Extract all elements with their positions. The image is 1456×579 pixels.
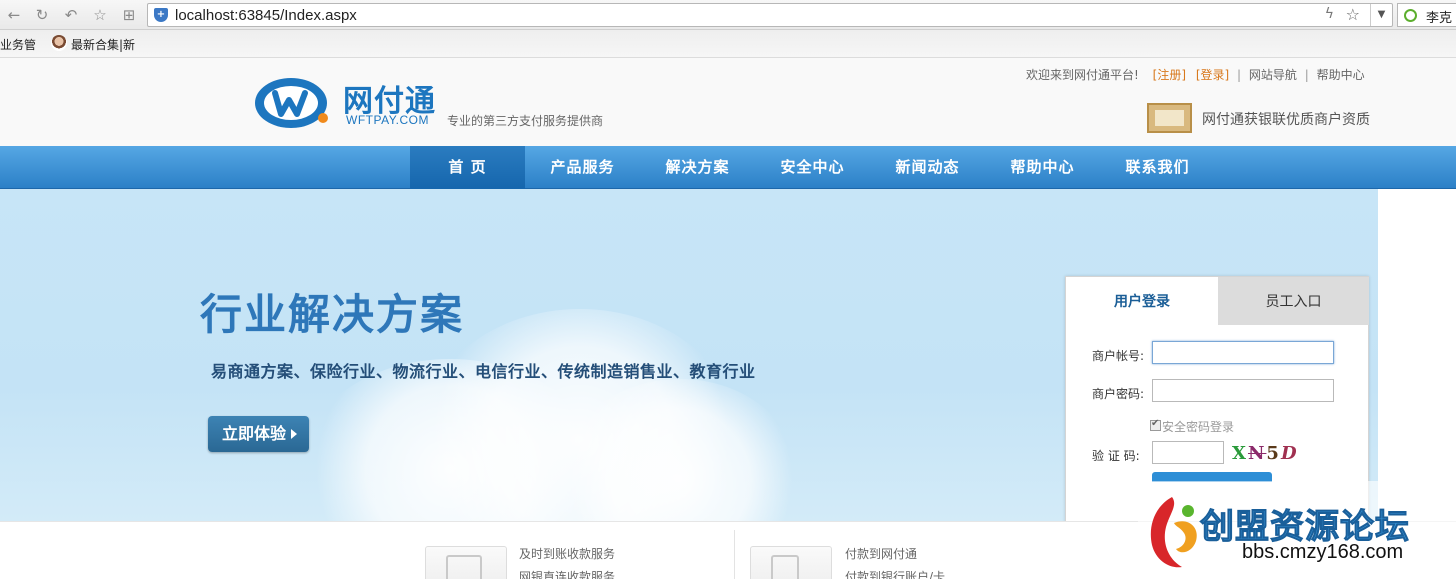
certificate-icon [1147,103,1192,133]
apps-icon[interactable]: ⊞ [119,5,139,25]
bookmark-star-icon[interactable]: ☆ [1346,5,1360,24]
certificate-text[interactable]: 网付通获银联优质商户资质 [1202,109,1370,129]
nav-contact[interactable]: 联系我们 [1100,146,1215,189]
chevron-down-icon[interactable]: ▼ [1370,4,1392,26]
try-now-label: 立即体验 [222,424,287,443]
logo-slogan: 专业的第三方支付服务提供商 [447,114,604,128]
help-center-link[interactable]: 帮助中心 [1317,68,1365,82]
captcha-char: X [1232,443,1248,464]
banner-subtitle: 易商通方案、保险行业、物流行业、电信行业、传统制造销售业、教育行业 [211,362,756,381]
account-label: 商户帐号: [1092,349,1145,363]
secure-login-checkbox[interactable] [1150,418,1161,431]
wftpay-logo-icon[interactable] [253,76,331,130]
divider: | [1304,68,1309,82]
forum-logo-icon [1150,497,1197,568]
play-arrow-icon [291,429,297,439]
login-link[interactable]: [登录] [1196,68,1229,82]
captcha-image[interactable]: XN5D [1232,443,1312,467]
service-item[interactable]: 付款到网付通 [845,545,917,562]
nav-solutions[interactable]: 解决方案 [640,146,755,189]
service-item[interactable]: 付款到银行账户/卡 [845,568,945,579]
nav-products[interactable]: 产品服务 [525,146,640,189]
bookmark-avatar-icon [51,35,67,51]
captcha-char: 5 [1266,443,1281,464]
divider: | [1237,68,1242,82]
tab-user-login[interactable]: 用户登录 [1066,277,1218,325]
logo-text-en: WFTPAY.COM [346,113,429,127]
password-label: 商户密码: [1092,387,1145,401]
refresh-icon[interactable]: ↻ [32,5,52,25]
forum-watermark: 创盟资源论坛 bbs.cmzy168.com [1138,481,1456,579]
nav-news[interactable]: 新闻动态 [870,146,985,189]
top-links: 欢迎来到网付通平台! [注册] [登录] | 网站导航 | 帮助中心 [1026,66,1365,83]
tab-staff-entry[interactable]: 员工入口 [1218,277,1369,325]
captcha-char: D [1280,443,1299,464]
wallet-service-icon [425,546,507,579]
watermark-url: bbs.cmzy168.com [1242,541,1404,563]
address-bar[interactable]: + localhost:63845/Index.aspx ϟ ☆ ▼ [147,3,1393,27]
secure-login-label: 安全密码登录 [1162,420,1235,434]
account-input[interactable] [1152,341,1334,364]
service-item[interactable]: 及时到账收款服务 [519,545,615,562]
lightning-icon[interactable]: ϟ [1325,6,1334,22]
address-url[interactable]: localhost:63845/Index.aspx [175,7,357,24]
try-now-button[interactable]: 立即体验 [208,416,309,452]
captcha-input[interactable] [1152,441,1224,464]
nav-home[interactable]: 首 页 [410,146,525,189]
password-input[interactable] [1152,379,1334,402]
bookmarks-bar: 企业务管 最新合集|新 [0,30,1456,58]
captcha-label: 验 证 码: [1092,449,1140,463]
banner-title: 行业解决方案 [200,290,465,339]
back-icon[interactable]: ← [4,5,24,25]
search-text[interactable]: 李克 [1426,7,1452,26]
welcome-text: 欢迎来到网付通平台! [1026,68,1139,82]
undo-icon[interactable]: ↶ [61,5,81,25]
main-nav: 首 页 产品服务 解决方案 安全中心 新闻动态 帮助中心 联系我们 [0,146,1456,189]
divider [734,530,735,579]
search-box[interactable]: 李克 [1397,3,1456,27]
search-engine-icon [1404,9,1417,22]
browser-toolbar: ← ↻ ↶ ☆ ⊞ + localhost:63845/Index.aspx ϟ… [0,0,1456,30]
nav-help[interactable]: 帮助中心 [985,146,1100,189]
favorite-icon[interactable]: ☆ [90,5,110,25]
service-item[interactable]: 网银直连收款服务 [519,568,615,579]
register-link[interactable]: [注册] [1153,68,1186,82]
captcha-char: N [1247,443,1267,464]
bookmark-item[interactable]: 企业务管 [0,36,36,53]
payment-service-icon [750,546,832,579]
site-nav-link[interactable]: 网站导航 [1249,68,1297,82]
security-shield-icon: + [154,8,168,22]
bookmark-item[interactable]: 最新合集|新 [71,36,135,53]
nav-security[interactable]: 安全中心 [755,146,870,189]
